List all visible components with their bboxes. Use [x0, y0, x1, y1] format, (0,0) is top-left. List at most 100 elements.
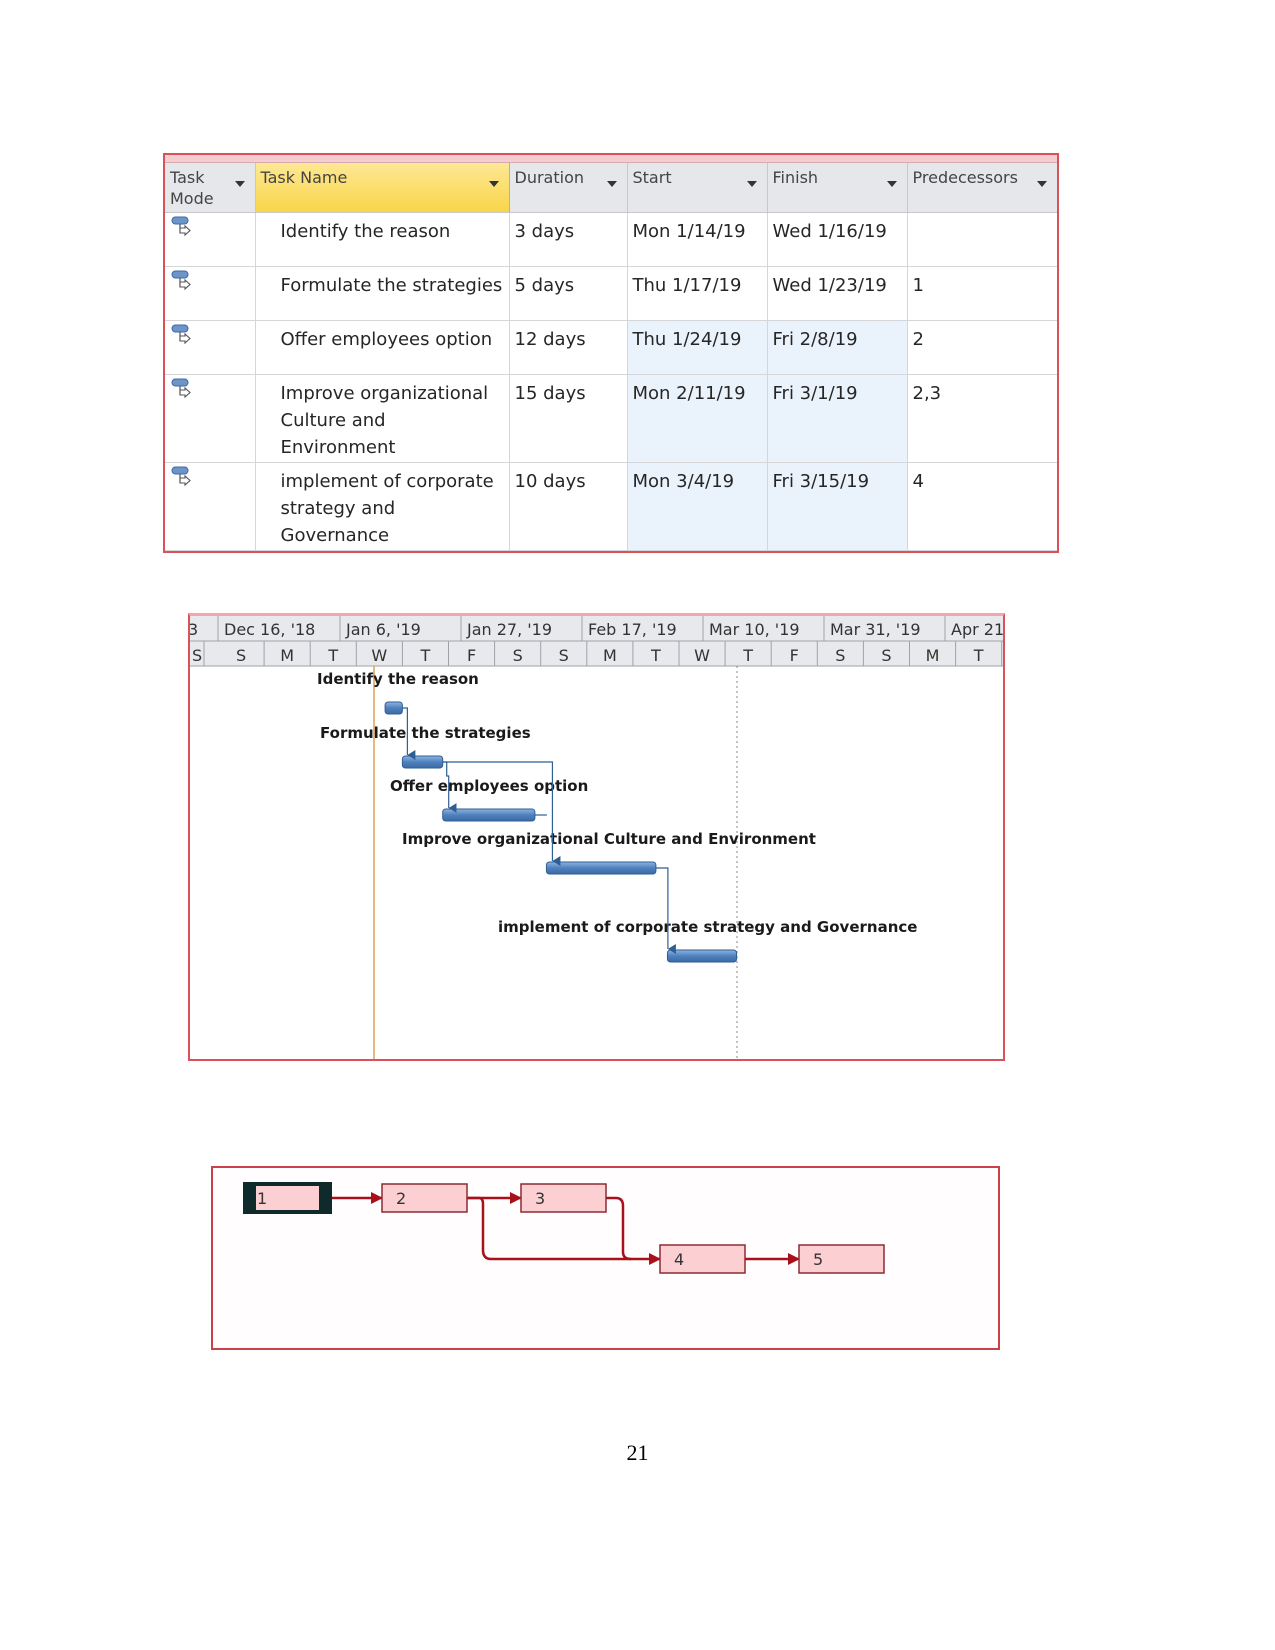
table-row[interactable]: Identify the reason 3 days Mon 1/14/19 Wed …	[165, 212, 1057, 267]
empty-cell[interactable]	[767, 550, 908, 551]
task-name-line: Identify the reason	[280, 221, 451, 242]
finish-cell[interactable]: Wed 1/23/19	[767, 266, 908, 321]
task-name-cell[interactable]: Identify the reason	[255, 212, 510, 267]
duration-cell[interactable]: 15 days	[509, 374, 628, 463]
predecessors-cell[interactable]: 4	[907, 462, 1057, 551]
gantt-task-bar[interactable]	[401, 755, 444, 769]
network-node[interactable]: 5	[798, 1244, 885, 1274]
predecessors-cell[interactable]: 2,3	[907, 374, 1057, 463]
network-node[interactable]: 2	[381, 1183, 468, 1213]
dependency-link	[655, 867, 676, 954]
timescale-major-label: Mar 10, '19	[709, 620, 800, 639]
gantt-task-label: implement of corporate strategy and Gove…	[498, 918, 917, 936]
network-node-label: 5	[813, 1250, 823, 1269]
table-row[interactable]: implement of corporate strategy and Govern…	[165, 462, 1057, 551]
column-header-task-mode[interactable]: Task Mode	[165, 163, 256, 213]
task-name-line: Environment	[280, 437, 396, 458]
empty-cell[interactable]	[907, 550, 1057, 551]
network-canvas: 1 2 3 4 5	[243, 1182, 885, 1274]
duration-cell[interactable]: 12 days	[509, 320, 628, 375]
network-link	[606, 1196, 632, 1261]
table-row[interactable]: Improve organizational Culture and Environ…	[165, 374, 1057, 463]
empty-cell[interactable]	[165, 550, 256, 551]
network-diagram: 1 2 3 4 5	[211, 1166, 1000, 1350]
dropdown-arrow-icon[interactable]	[886, 181, 897, 187]
timescale-minor-label: T	[650, 646, 661, 665]
start-cell[interactable]: Mon 1/14/19	[627, 212, 768, 267]
timescale-minor-label: S	[881, 646, 891, 665]
empty-cell[interactable]	[509, 550, 628, 551]
timescale-major-label: Mar 31, '19	[830, 620, 921, 639]
column-header-predecessors[interactable]: Predecessors	[907, 163, 1057, 213]
network-node[interactable]: 3	[520, 1183, 607, 1213]
start-cell[interactable]: Mon 2/11/19	[627, 374, 768, 463]
task-sheet-table: Task Mode Task Name Duration Start Finish…	[163, 153, 1059, 553]
empty-cell[interactable]	[255, 550, 510, 551]
predecessors-cell[interactable]	[907, 212, 1057, 267]
dropdown-arrow-icon[interactable]	[606, 181, 617, 187]
auto-scheduled-task-icon	[171, 270, 191, 291]
task-name-line: Governance	[280, 525, 390, 546]
empty-cell[interactable]	[627, 550, 768, 551]
dropdown-arrow-icon[interactable]	[746, 181, 757, 187]
timescale-minor-label: M	[603, 646, 617, 665]
finish-cell[interactable]: Fri 3/1/19	[767, 374, 908, 463]
column-header-start[interactable]: Start	[627, 163, 768, 213]
dropdown-arrow-icon[interactable]	[488, 181, 499, 187]
network-node-label: 2	[396, 1189, 406, 1208]
timescale-minor-label: S	[559, 646, 569, 665]
timescale-major-label: Feb 17, '19	[588, 620, 677, 639]
task-mode-cell[interactable]	[165, 320, 256, 375]
finish-cell[interactable]: Fri 2/8/19	[767, 320, 908, 375]
timescale-minor-label: F	[467, 646, 476, 665]
task-name-cell[interactable]: Offer employees option	[255, 320, 510, 375]
gantt-canvas: 3 Dec 16, '18 Jan 6, '19 Jan 27, '19 Feb 17,…	[190, 616, 1003, 1059]
task-name-line: Improve organizational	[280, 383, 489, 404]
timescale-minor-label: T	[742, 646, 753, 665]
gantt-task-bar[interactable]	[384, 701, 403, 715]
column-header-task-name[interactable]: Task Name	[255, 163, 510, 213]
finish-cell[interactable]: Wed 1/16/19	[767, 212, 908, 267]
gantt-task-bar[interactable]	[442, 808, 536, 822]
auto-scheduled-task-icon	[171, 324, 191, 345]
table-row[interactable]: Formulate the strategies 5 days Thu 1/17/1…	[165, 266, 1057, 321]
start-cell[interactable]: Thu 1/17/19	[627, 266, 768, 321]
predecessors-cell[interactable]: 2	[907, 320, 1057, 375]
column-header-duration[interactable]: Duration	[509, 163, 628, 213]
timescale-minor-label: F	[790, 646, 799, 665]
timescale-minor-label: S	[513, 646, 523, 665]
duration-cell[interactable]: 10 days	[509, 462, 628, 551]
task-name-cell[interactable]: Formulate the strategies	[255, 266, 510, 321]
task-mode-cell[interactable]	[165, 374, 256, 463]
gantt-chart: 3 Dec 16, '18 Jan 6, '19 Jan 27, '19 Feb 17,…	[188, 613, 1005, 1061]
dropdown-arrow-icon[interactable]	[1036, 181, 1047, 187]
gantt-task-bar[interactable]	[545, 861, 657, 875]
timescale-minor-label: S	[236, 646, 246, 665]
task-name-cell[interactable]: implement of corporate strategy and Govern…	[255, 462, 510, 551]
start-cell[interactable]: Thu 1/24/19	[627, 320, 768, 375]
auto-scheduled-task-icon	[171, 378, 191, 399]
task-mode-cell[interactable]	[165, 212, 256, 267]
table-row[interactable]: Offer employees option 12 days Thu 1/24/19…	[165, 320, 1057, 375]
timescale-major-label: Jan 6, '19	[345, 620, 421, 639]
column-header-finish[interactable]: Finish	[767, 163, 908, 213]
finish-cell[interactable]: Fri 3/15/19	[767, 462, 908, 551]
task-name-line: implement of corporate	[280, 471, 494, 492]
dropdown-arrow-icon[interactable]	[234, 181, 245, 187]
task-name-cell[interactable]: Improve organizational Culture and Environ…	[255, 374, 510, 463]
network-node-label: 3	[535, 1189, 545, 1208]
start-cell[interactable]: Mon 3/4/19	[627, 462, 768, 551]
auto-scheduled-task-icon	[171, 466, 191, 487]
duration-cell[interactable]: 3 days	[509, 212, 628, 267]
gantt-task-bar[interactable]	[666, 949, 738, 963]
task-mode-cell[interactable]	[165, 462, 256, 551]
gantt-task-label: Improve organizational Culture and Envir…	[402, 830, 816, 848]
task-mode-cell[interactable]	[165, 266, 256, 321]
network-node[interactable]: 4	[659, 1244, 746, 1274]
auto-scheduled-task-icon	[171, 216, 191, 237]
network-node[interactable]: 1	[243, 1182, 332, 1214]
duration-cell[interactable]: 5 days	[509, 266, 628, 321]
predecessors-cell[interactable]: 1	[907, 266, 1057, 321]
empty-row[interactable]	[165, 550, 1057, 551]
timescale-minor-label: S	[192, 646, 202, 665]
